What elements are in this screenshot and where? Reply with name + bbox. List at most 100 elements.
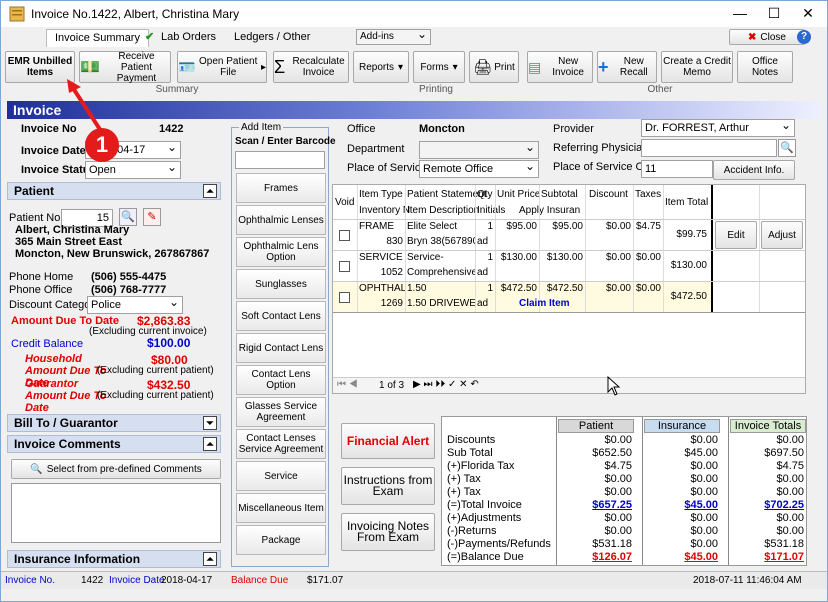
clear-patient-icon[interactable]: ✎	[143, 208, 161, 226]
tab-ledgers[interactable]: Ledgers / Other	[226, 29, 318, 47]
initials[interactable]: ad	[477, 298, 488, 309]
department-dropdown[interactable]	[419, 141, 539, 159]
grid-separator	[585, 185, 586, 312]
window-close-button[interactable]: ✕	[791, 3, 825, 23]
unit-price[interactable]: $130.00	[497, 252, 537, 263]
bill-to-section-header[interactable]: Bill To / Guarantor ⏷	[7, 414, 221, 432]
help-icon[interactable]: ?	[797, 30, 811, 44]
grid-separator	[405, 185, 406, 312]
grid-header: Qty	[477, 189, 493, 200]
totals-value: $0.00	[604, 486, 632, 498]
maximize-button[interactable]: ☐	[757, 3, 791, 23]
department-label: Department	[347, 143, 405, 155]
reports-button[interactable]: Reports ▾	[353, 51, 409, 83]
insurance-section-header[interactable]: Insurance Information ⏶	[7, 550, 221, 568]
invoicing-notes-button[interactable]: Invoicing Notes From Exam	[341, 513, 435, 551]
grid-separator	[759, 185, 760, 312]
add-item-ophthalmic-lenses[interactable]: Ophthalmic Lenses	[236, 205, 326, 235]
add-item-frames[interactable]: Frames	[236, 173, 326, 203]
patient-statement[interactable]: Service-	[407, 252, 475, 263]
add-item-miscellaneous-item[interactable]: Miscellaneous Item	[236, 493, 326, 523]
collapse-icon[interactable]: ⏶	[203, 437, 217, 451]
minimize-button[interactable]: —	[723, 3, 757, 23]
pager-next-last-icons[interactable]: ▶ ⏭ ⏵⏵ ✓ ✕ ↶	[413, 379, 479, 390]
close-button[interactable]: ✖ Close	[729, 29, 805, 45]
grid-header: Taxes	[635, 189, 662, 200]
comments-textarea[interactable]	[11, 483, 221, 543]
void-checkbox[interactable]	[339, 230, 350, 241]
totals-value[interactable]: $126.07	[560, 551, 632, 563]
unit-price[interactable]: $472.50	[497, 283, 537, 294]
initials[interactable]: ad	[477, 267, 488, 278]
patient-statement[interactable]: 1.50	[407, 283, 475, 294]
collapse-icon[interactable]: ⏶	[203, 184, 217, 198]
accident-info-button[interactable]: Accident Info.	[713, 160, 795, 180]
totals-value[interactable]: $45.00	[646, 551, 718, 563]
new-invoice-button[interactable]: ▤ New Invoice	[527, 51, 593, 83]
discount[interactable]: $0.00	[587, 221, 631, 232]
add-item-package[interactable]: Package	[236, 525, 326, 555]
patient-statement[interactable]: Elite Select	[407, 221, 475, 232]
discount-category-dropdown[interactable]: Police	[87, 296, 183, 314]
open-patient-file-button[interactable]: 🪪 Open Patient File ▸	[177, 51, 267, 83]
add-item-rigid-contact-lens[interactable]: Rigid Contact Lens	[236, 333, 326, 363]
dropdown-arrow-icon: ▾	[397, 61, 404, 73]
qty[interactable]: 1	[477, 252, 493, 263]
collapse-icon[interactable]: ⏶	[203, 552, 217, 566]
row-divider	[333, 281, 805, 282]
barcode-input[interactable]	[235, 151, 325, 169]
status-date-label: Invoice Date	[109, 575, 165, 586]
referring-physician-field[interactable]	[641, 139, 777, 157]
office-notes-button[interactable]: Office Notes	[737, 51, 793, 83]
item-type: SERVICE	[359, 252, 403, 263]
addins-dropdown[interactable]: Add-ins	[356, 29, 431, 45]
place-of-service-code-field[interactable]: 11	[641, 160, 713, 178]
qty[interactable]: 1	[477, 221, 493, 232]
initials[interactable]: ad	[477, 236, 488, 247]
claim-item-link[interactable]: Claim Item	[519, 298, 570, 309]
void-checkbox[interactable]	[339, 261, 350, 272]
add-item-soft-contact-lens[interactable]: Soft Contact Lens	[236, 301, 326, 331]
unit-price[interactable]: $95.00	[497, 221, 537, 232]
totals-value[interactable]: $657.25	[560, 499, 632, 511]
print-button[interactable]: 🖨 Print	[469, 51, 519, 83]
comments-section-header[interactable]: Invoice Comments ⏶	[7, 435, 221, 453]
predefined-comments-button[interactable]: 🔍 Select from pre-defined Comments	[11, 459, 221, 479]
patient-section-header[interactable]: Patient ⏶	[7, 182, 221, 200]
add-item-service[interactable]: Service	[236, 461, 326, 491]
discount[interactable]: $0.00	[587, 283, 631, 294]
financial-alert-button[interactable]: Financial Alert	[341, 423, 435, 459]
forms-button[interactable]: Forms ▾	[413, 51, 465, 83]
totals-value[interactable]: $702.25	[732, 499, 804, 511]
edit-button[interactable]: Edit	[715, 221, 757, 249]
totals-value[interactable]: $171.07	[732, 551, 804, 563]
status-invoice-label: Invoice No.	[5, 575, 56, 586]
adjust-button[interactable]: Adjust	[761, 221, 803, 249]
credit-memo-button[interactable]: Create a Credit Memo	[661, 51, 733, 83]
totals-value[interactable]: $45.00	[646, 499, 718, 511]
tab-invoice-summary[interactable]: Invoice Summary	[46, 29, 149, 47]
summary-group-caption: Summary	[155, 84, 199, 95]
invoice-status-dropdown[interactable]: Open	[85, 161, 181, 179]
tab-lab-orders[interactable]: ✔ Lab Orders	[141, 29, 224, 47]
qty[interactable]: 1	[477, 283, 493, 294]
add-item-ophthalmic-lens-option[interactable]: Ophthalmic Lens Option	[236, 237, 326, 267]
expand-icon[interactable]: ⏷	[203, 416, 217, 430]
dropdown-arrow-icon: ▾	[452, 61, 458, 73]
add-item-sunglasses[interactable]: Sunglasses	[236, 269, 326, 299]
discount[interactable]: $0.00	[587, 252, 631, 263]
totals-value: $0.00	[604, 434, 632, 446]
dropdown-arrow-icon: ▸	[260, 61, 266, 73]
pager-first-prev-icons[interactable]: ⏮ ◀	[337, 379, 358, 390]
patient-address-2: Moncton, New Brunswick, 267867867	[15, 248, 210, 260]
place-of-service-dropdown[interactable]: Remote Office	[419, 160, 539, 178]
instructions-from-exam-button[interactable]: Instructions from Exam	[341, 467, 435, 505]
recalculate-invoice-button[interactable]: Σ Recalculate Invoice	[273, 51, 349, 83]
search-physician-icon[interactable]: 🔍	[778, 139, 796, 157]
add-item-glasses-service-agreement[interactable]: Glasses Service Agreement	[236, 397, 326, 427]
new-recall-button[interactable]: + New Recall	[597, 51, 657, 83]
add-item-contact-lenses-service-agreement[interactable]: Contact Lenses Service Agreement	[236, 429, 326, 459]
provider-dropdown[interactable]: Dr. FORREST, Arthur	[641, 119, 795, 137]
add-item-contact-lens-option[interactable]: Contact Lens Option	[236, 365, 326, 395]
void-checkbox[interactable]	[339, 292, 350, 303]
